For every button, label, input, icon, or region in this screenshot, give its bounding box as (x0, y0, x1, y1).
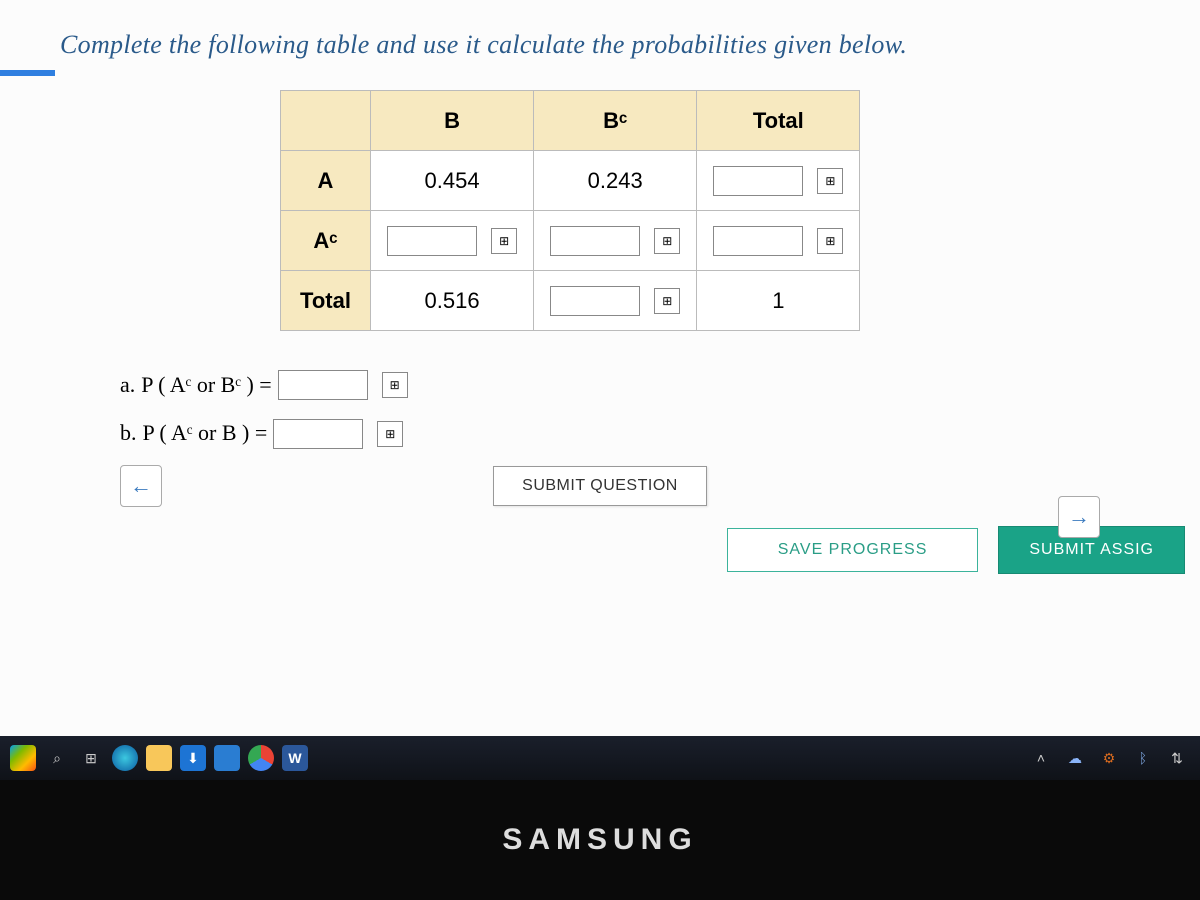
col-header-total: Total (697, 91, 860, 151)
cell-a-bc: 0.243 (580, 168, 650, 194)
chrome-icon[interactable] (248, 745, 274, 771)
table-row: A 0.454 0.243 ⊞ (281, 151, 860, 211)
keypad-icon[interactable]: ⊞ (491, 228, 517, 254)
tray-cloud-icon[interactable]: ☁ (1062, 745, 1088, 771)
next-question-button[interactable]: → (1058, 496, 1100, 538)
table-row: Total 0.516 ⊞ 1 (281, 271, 860, 331)
windows-taskbar[interactable]: ⌕ ⊞ ⬇ W ˄ ☁ ⚙ ᛒ ⇅ (0, 736, 1200, 780)
cell-ac-b-input[interactable] (387, 226, 477, 256)
table-row: Aᶜ ⊞ ⊞ ⊞ (281, 211, 860, 271)
q-b-expression: P ( Aᶜ or B ) = (143, 409, 268, 457)
question-b: b. P ( Aᶜ or B ) = ⊞ (120, 409, 1140, 457)
edge-icon[interactable] (112, 745, 138, 771)
row-header-total: Total (281, 271, 371, 331)
bottom-bar: SAVE PROGRESS SUBMIT ASSIG (60, 506, 1140, 590)
monitor-bezel: SAMSUNG (0, 780, 1200, 900)
prev-question-button[interactable]: ← (120, 465, 162, 507)
tray-bluetooth-icon[interactable]: ᛒ (1130, 745, 1156, 771)
row-header-a: A (281, 151, 371, 211)
probability-table: B Bᶜ Total A 0.454 0.243 ⊞ Aᶜ ⊞ ⊞ (280, 90, 860, 331)
col-header-b: B (371, 91, 534, 151)
answer-b-input[interactable] (273, 419, 363, 449)
progress-bar (0, 70, 55, 76)
task-view-icon[interactable]: ⊞ (78, 745, 104, 771)
cell-total-bc-input[interactable] (550, 286, 640, 316)
submit-question-button[interactable]: SUBMIT QUESTION (493, 466, 707, 506)
keypad-icon[interactable]: ⊞ (817, 168, 843, 194)
monitor-brand: SAMSUNG (502, 823, 697, 857)
cell-total-b: 0.516 (417, 288, 487, 314)
col-header-bc: Bᶜ (534, 91, 697, 151)
tray-security-icon[interactable]: ⚙ (1096, 745, 1122, 771)
row-header-ac: Aᶜ (281, 211, 371, 271)
q-b-label: b. (120, 409, 137, 457)
q-a-label: a. (120, 361, 135, 409)
store-icon[interactable]: ⬇ (180, 745, 206, 771)
question-a: a. P ( Aᶜ or Bᶜ ) = ⊞ (120, 361, 1140, 409)
instruction-text: Complete the following table and use it … (60, 30, 1140, 60)
table-corner (281, 91, 371, 151)
mail-icon[interactable] (214, 745, 240, 771)
cell-ac-bc-input[interactable] (550, 226, 640, 256)
keypad-icon[interactable]: ⊞ (817, 228, 843, 254)
cell-total-total: 1 (743, 288, 813, 314)
save-progress-button[interactable]: SAVE PROGRESS (727, 528, 979, 572)
cell-a-b: 0.454 (417, 168, 487, 194)
subquestions: a. P ( Aᶜ or Bᶜ ) = ⊞ b. P ( Aᶜ or B ) =… (120, 361, 1140, 458)
keypad-icon[interactable]: ⊞ (377, 421, 403, 447)
cell-ac-total-input[interactable] (713, 226, 803, 256)
tray-wifi-icon[interactable]: ⇅ (1164, 745, 1190, 771)
nav-row: ← SUBMIT QUESTION → (60, 466, 1140, 506)
question-content: Complete the following table and use it … (0, 0, 1200, 736)
tray-up-icon[interactable]: ˄ (1028, 745, 1054, 771)
keypad-icon[interactable]: ⊞ (382, 372, 408, 398)
keypad-icon[interactable]: ⊞ (654, 288, 680, 314)
search-icon[interactable]: ⌕ (44, 745, 70, 771)
word-icon[interactable]: W (282, 745, 308, 771)
explorer-icon[interactable] (146, 745, 172, 771)
keypad-icon[interactable]: ⊞ (654, 228, 680, 254)
answer-a-input[interactable] (278, 370, 368, 400)
start-icon[interactable] (10, 745, 36, 771)
q-a-expression: P ( Aᶜ or Bᶜ ) = (141, 361, 271, 409)
cell-a-total-input[interactable] (713, 166, 803, 196)
